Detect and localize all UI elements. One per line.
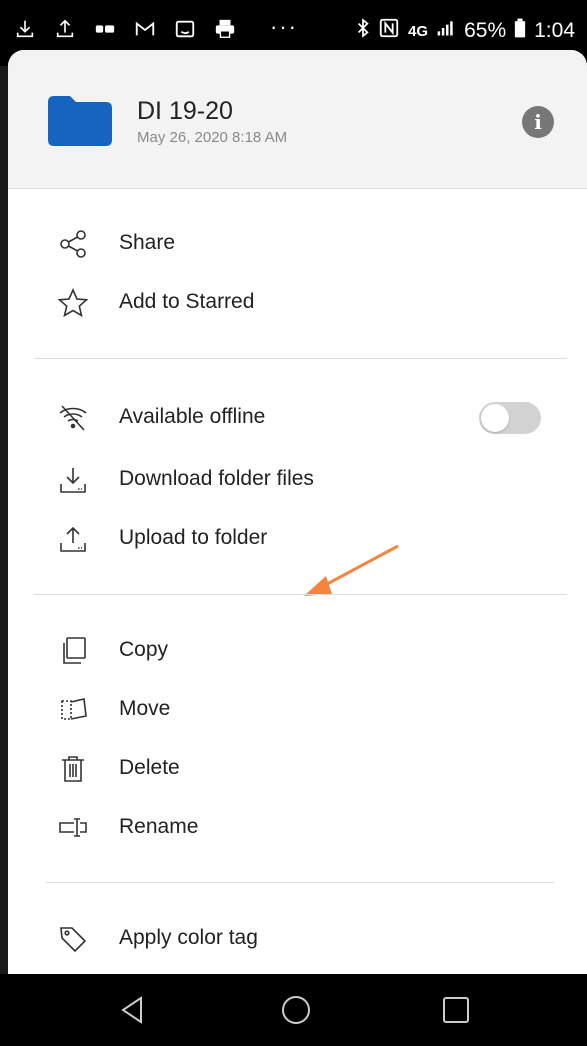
menu-item-label: Delete (119, 756, 180, 779)
recents-icon[interactable] (438, 992, 474, 1028)
menu-item-delete[interactable]: Delete (8, 741, 587, 797)
menu-item-label: Copy (119, 638, 169, 661)
folder-actions-sheet: DI 19-20 May 26, 2020 8:18 AM i Share Ad… (8, 50, 587, 974)
clock: 1:04 (534, 19, 575, 42)
download-icon (14, 18, 36, 40)
menu-item-label: Move (119, 697, 171, 720)
menu-item-label: Share (119, 231, 176, 254)
info-icon: i (534, 110, 542, 134)
overflow-indicator: ··· (270, 14, 298, 39)
toggle-knob (481, 404, 509, 432)
menu-item-label: Apply color tag (119, 926, 258, 949)
home-icon[interactable] (278, 992, 314, 1028)
battery-icon (514, 17, 526, 45)
folder-icon (48, 96, 112, 146)
folder-date: May 26, 2020 8:18 AM (137, 129, 288, 146)
network-type-label: 4G (408, 22, 429, 40)
share-icon (55, 228, 91, 260)
print-icon (214, 18, 236, 40)
menu-item-move[interactable]: Move (8, 682, 587, 738)
menu-item-label: Add to Starred (119, 290, 255, 313)
menu-item-share[interactable]: Share (8, 216, 587, 272)
menu-item-label: Rename (119, 815, 199, 838)
nfc-icon (378, 17, 400, 45)
menu-item-copy[interactable]: Copy (8, 623, 587, 679)
sheet-header: DI 19-20 May 26, 2020 8:18 AM i (8, 50, 587, 189)
menu-item-apply-color-tag[interactable]: Apply color tag (8, 911, 587, 967)
copy-icon (55, 635, 91, 667)
divider (46, 882, 554, 883)
move-icon (55, 694, 91, 726)
offline-wifi-icon (55, 402, 91, 434)
upload-icon (54, 18, 76, 40)
upload-icon (55, 523, 91, 555)
folder-name: DI 19-20 (137, 97, 233, 125)
menu-item-download-folder-files[interactable]: Download folder files (8, 452, 587, 508)
menu-item-add-starred[interactable]: Add to Starred (8, 275, 587, 331)
menu-item-label: Upload to folder (119, 526, 268, 549)
back-icon[interactable] (115, 992, 151, 1028)
battery-percent: 65% (464, 19, 507, 42)
menu-item-rename[interactable]: Rename (8, 800, 587, 856)
bluetooth-icon (356, 17, 370, 45)
trash-icon (55, 753, 91, 785)
info-button[interactable]: i (522, 106, 554, 138)
annotation-arrow (304, 544, 399, 596)
divider (34, 358, 567, 359)
gmail-icon (134, 18, 156, 40)
download-icon (55, 464, 91, 496)
available-offline-toggle[interactable] (479, 402, 541, 434)
tag-icon (55, 923, 91, 955)
star-icon (55, 287, 91, 319)
menu-item-label: Available offline (119, 405, 266, 428)
rename-icon (55, 812, 91, 844)
network-icon (94, 18, 116, 40)
menu-item-label: Download folder files (119, 467, 314, 490)
signal-icon (436, 17, 456, 45)
divider (34, 594, 567, 595)
amazon-icon (174, 18, 196, 40)
navigation-bar (0, 974, 587, 1046)
